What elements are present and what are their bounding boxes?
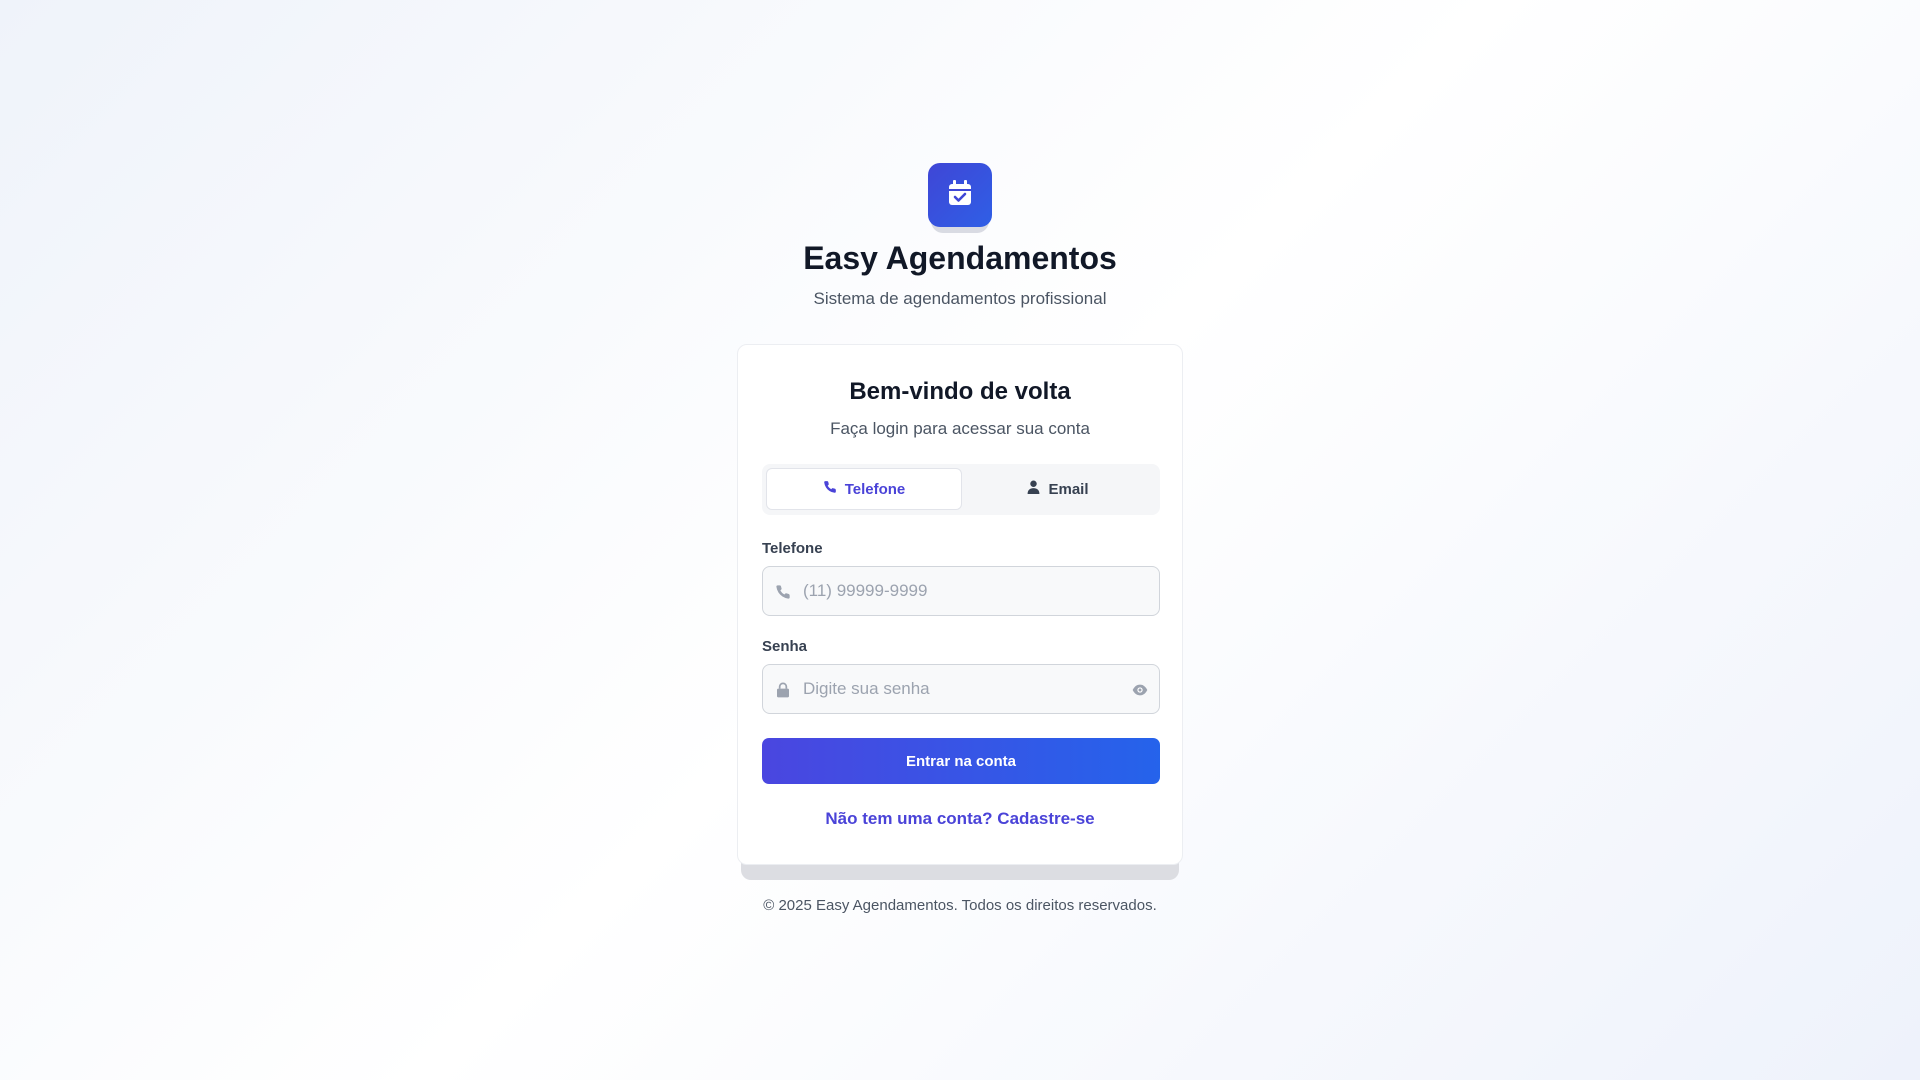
login-card: Bem-vindo de volta Faça login para acess… xyxy=(737,344,1183,865)
phone-icon xyxy=(823,480,837,498)
user-icon xyxy=(1027,480,1040,498)
app-logo xyxy=(928,163,992,233)
footer-copyright: © 2025 Easy Agendamentos. Todos os direi… xyxy=(763,897,1157,914)
card-title: Bem-vindo de volta xyxy=(849,378,1071,405)
phone-input-box xyxy=(762,566,1160,616)
login-page: Easy Agendamentos Sistema de agendamento… xyxy=(0,0,1920,1080)
app-subtitle: Sistema de agendamentos profissional xyxy=(813,289,1107,308)
signup-link[interactable]: Não tem uma conta? Cadastre-se xyxy=(738,809,1182,829)
password-label: Senha xyxy=(762,638,808,655)
card-subtitle: Faça login para acessar sua conta xyxy=(830,419,1090,438)
phone-input[interactable] xyxy=(803,567,1123,615)
login-method-tabs: Telefone Email xyxy=(762,464,1160,515)
login-button[interactable]: Entrar na conta xyxy=(762,738,1160,784)
calendar-check-icon xyxy=(948,179,972,211)
tab-email-label: Email xyxy=(1048,480,1089,498)
eye-icon[interactable] xyxy=(1131,681,1149,699)
app-title: Easy Agendamentos xyxy=(803,240,1117,276)
phone-icon xyxy=(774,583,792,601)
tab-telefone[interactable]: Telefone xyxy=(766,468,962,510)
tab-email[interactable]: Email xyxy=(960,468,1156,510)
phone-label: Telefone xyxy=(762,540,823,557)
lock-icon xyxy=(774,681,792,699)
password-input-box xyxy=(762,664,1160,714)
password-input[interactable] xyxy=(803,665,1123,713)
logo-badge xyxy=(928,163,992,227)
tab-telefone-label: Telefone xyxy=(844,480,906,498)
